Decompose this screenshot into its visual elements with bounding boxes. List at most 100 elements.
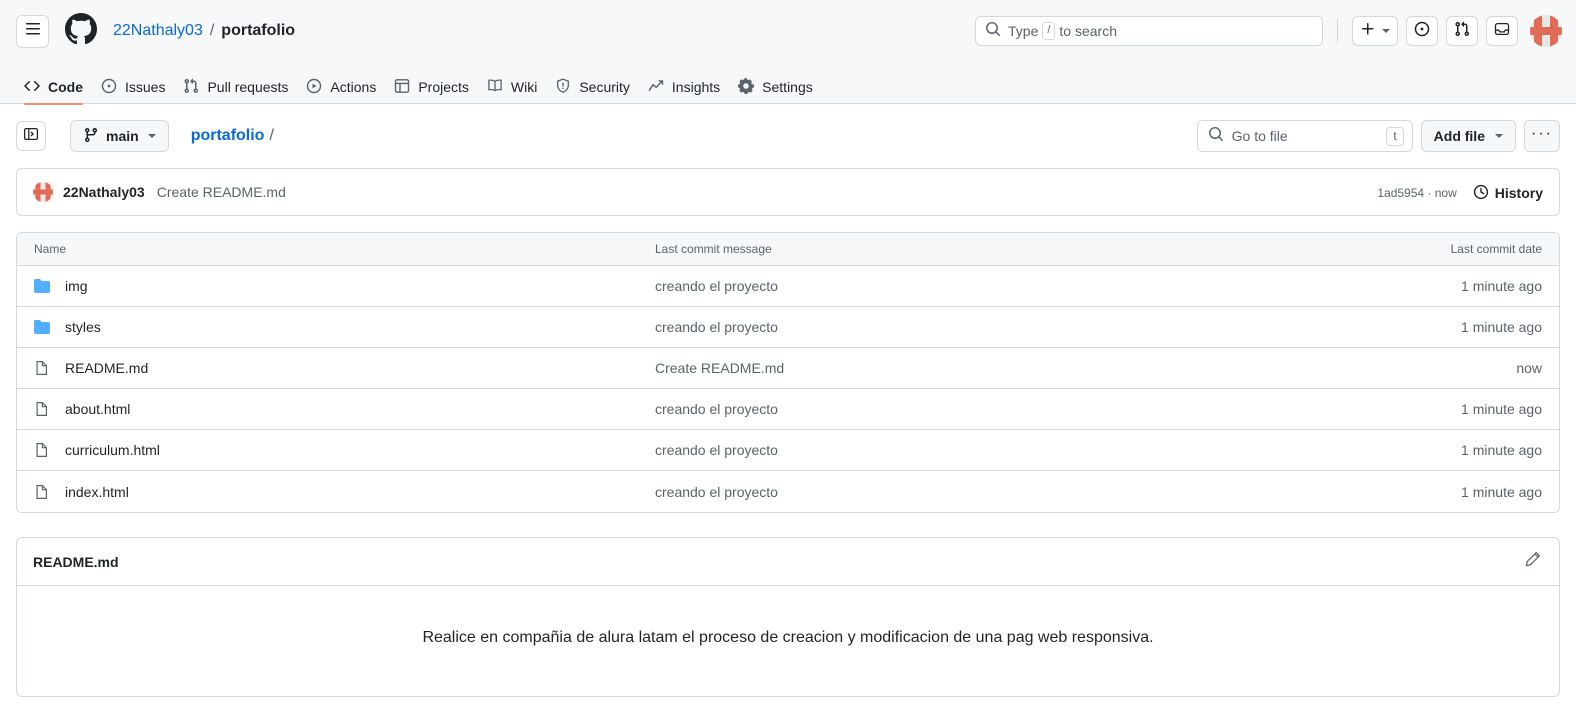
inbox-button[interactable]: [1486, 16, 1518, 46]
table-row[interactable]: index.html creando el proyecto 1 minute …: [17, 471, 1559, 512]
create-new-button[interactable]: [1352, 16, 1398, 46]
git-pull-request-icon: [1454, 21, 1470, 42]
file-icon: [34, 360, 50, 376]
commit-sha-and-time[interactable]: 1ad5954 · now: [1377, 186, 1456, 200]
commit-message-cell: creando el proyecto: [647, 442, 1389, 458]
breadcrumb-repo-link[interactable]: portafolio: [191, 127, 265, 145]
file-link[interactable]: index.html: [65, 484, 129, 500]
repo-owner-link[interactable]: 22Nathaly03: [113, 22, 203, 40]
commit-author-avatar[interactable]: [33, 182, 53, 202]
commit-message-link[interactable]: Create README.md: [157, 184, 286, 200]
table-row[interactable]: README.md Create README.md now: [17, 348, 1559, 389]
header-actions: Type / to search: [975, 0, 1562, 62]
sidebar-expand-icon: [23, 126, 39, 147]
readme-title: README.md: [33, 553, 119, 570]
file-name-cell: about.html: [17, 401, 647, 417]
tab-wiki[interactable]: Wiki: [479, 70, 545, 104]
file-name-cell: styles: [17, 319, 647, 335]
chevron-down-icon: [147, 134, 156, 138]
issue-opened-icon: [101, 78, 117, 97]
tab-actions[interactable]: Actions: [298, 70, 384, 104]
tab-pull-requests[interactable]: Pull requests: [175, 70, 296, 104]
history-icon: [1473, 184, 1489, 203]
tab-issues[interactable]: Issues: [93, 70, 173, 104]
tab-settings[interactable]: Settings: [730, 70, 821, 104]
path-breadcrumb: portafolio /: [191, 127, 274, 145]
readme-edit-button[interactable]: [1519, 548, 1547, 576]
tab-label: Settings: [762, 79, 813, 95]
tab-security[interactable]: Security: [547, 70, 638, 104]
tab-label: Projects: [418, 79, 469, 95]
file-name-cell: README.md: [17, 360, 647, 376]
branch-selector-button[interactable]: main: [70, 120, 169, 152]
file-link[interactable]: about.html: [65, 401, 130, 417]
file-icon: [34, 442, 50, 458]
go-to-file-input[interactable]: Go to file t: [1196, 120, 1413, 152]
play-icon: [306, 78, 322, 97]
book-icon: [487, 78, 503, 97]
table-row[interactable]: styles creando el proyecto 1 minute ago: [17, 307, 1559, 348]
user-avatar[interactable]: [1530, 15, 1562, 47]
github-home-link[interactable]: [65, 12, 97, 50]
tab-insights[interactable]: Insights: [640, 70, 728, 104]
tab-label: Pull requests: [207, 79, 289, 95]
commit-message-link[interactable]: creando el proyecto: [655, 401, 778, 417]
git-pull-request-icon: [183, 78, 199, 97]
search-icon: [985, 21, 1001, 42]
column-header-name: Name: [34, 242, 67, 256]
file-icon: [34, 484, 50, 500]
commit-message-link[interactable]: Create README.md: [655, 360, 784, 376]
tab-code[interactable]: Code: [16, 70, 91, 105]
commit-message-link[interactable]: creando el proyecto: [655, 278, 778, 294]
add-file-button[interactable]: Add file: [1420, 120, 1516, 152]
file-name-cell: index.html: [17, 484, 647, 500]
hamburger-menu-button[interactable]: [16, 14, 49, 48]
tab-label: Wiki: [510, 79, 538, 95]
plus-icon: [1360, 21, 1376, 42]
chevron-down-icon: [1495, 134, 1503, 138]
commit-message-link[interactable]: creando el proyecto: [655, 442, 778, 458]
graph-icon: [648, 78, 664, 97]
commit-message-link[interactable]: creando el proyecto: [655, 484, 778, 500]
more-options-button[interactable]: ···: [1524, 120, 1560, 152]
git-branch-icon: [83, 127, 99, 146]
repository-nav-tabs: Code Issues Pull requests Actions Projec: [0, 62, 1576, 105]
file-list-table: Name Last commit message Last commit dat…: [16, 232, 1560, 513]
commit-date-cell: 1 minute ago: [1461, 401, 1542, 417]
table-row[interactable]: img creando el proyecto 1 minute ago: [17, 266, 1559, 307]
go-to-file-placeholder: Go to file: [1231, 128, 1288, 144]
issue-opened-icon: [1414, 21, 1430, 42]
file-name-cell: curriculum.html: [17, 442, 647, 458]
column-header-date: Last commit date: [1450, 242, 1542, 256]
file-link[interactable]: curriculum.html: [65, 442, 160, 458]
branch-name-label: main: [106, 128, 139, 144]
folder-icon: [34, 319, 50, 335]
global-search-input[interactable]: Type / to search: [975, 16, 1323, 46]
repo-name-link[interactable]: portafolio: [221, 22, 295, 40]
commit-author-link[interactable]: 22Nathaly03: [63, 184, 145, 200]
pull-requests-button[interactable]: [1446, 16, 1478, 46]
latest-commit-bar: 22Nathaly03 Create README.md 1ad5954 · n…: [16, 168, 1560, 216]
commit-date-cell: 1 minute ago: [1461, 319, 1542, 335]
global-header: 22Nathaly03 / portafolio Type / to searc…: [0, 0, 1576, 62]
shield-icon: [555, 78, 571, 97]
commit-message-link[interactable]: creando el proyecto: [655, 319, 778, 335]
issues-button[interactable]: [1406, 16, 1438, 46]
table-row[interactable]: about.html creando el proyecto 1 minute …: [17, 389, 1559, 430]
chevron-down-icon: [1382, 29, 1390, 33]
file-link[interactable]: README.md: [65, 360, 148, 376]
repository-breadcrumb-header: 22Nathaly03 / portafolio: [113, 22, 295, 40]
commit-message-cell: creando el proyecto: [647, 319, 1389, 335]
folder-icon: [34, 278, 50, 294]
readme-header: README.md: [17, 538, 1559, 586]
sidebar-toggle-button[interactable]: [16, 121, 46, 151]
tab-projects[interactable]: Projects: [386, 70, 477, 104]
commit-history-link[interactable]: History: [1473, 184, 1543, 203]
table-row[interactable]: curriculum.html creando el proyecto 1 mi…: [17, 430, 1559, 471]
file-link[interactable]: styles: [65, 319, 101, 335]
hamburger-icon: [25, 21, 41, 42]
file-link[interactable]: img: [65, 278, 88, 294]
search-icon: [1208, 126, 1224, 147]
code-icon: [24, 78, 40, 97]
column-header-message: Last commit message: [655, 242, 772, 256]
